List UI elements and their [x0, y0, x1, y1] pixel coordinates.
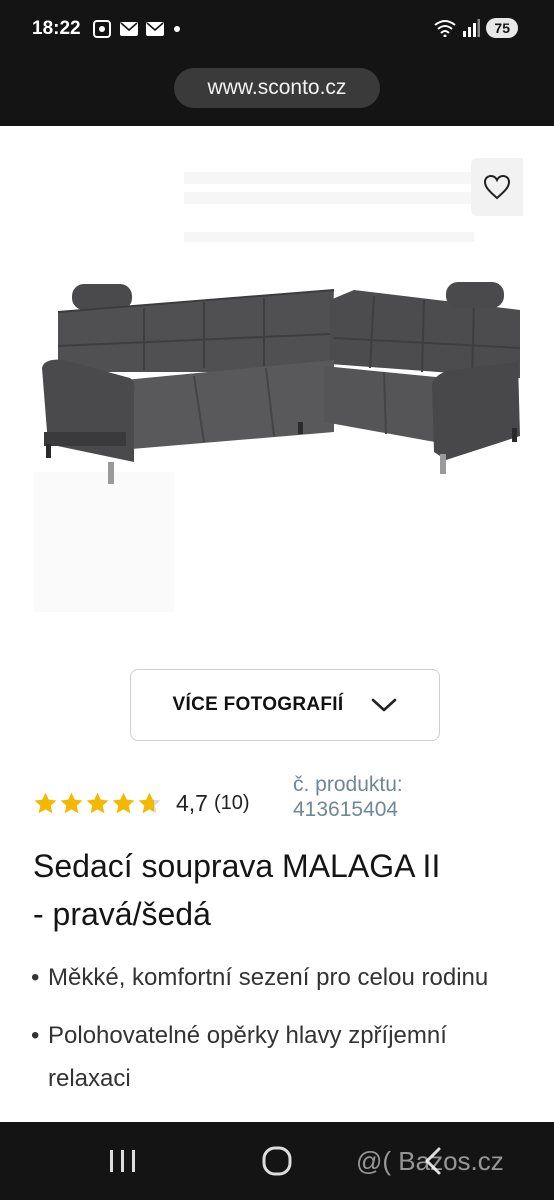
mail-icon — [146, 22, 164, 36]
product-title: Sedací souprava MALAGA II - pravá/šedá — [33, 842, 533, 938]
dot-icon — [174, 26, 180, 32]
product-number-value: 413615404 — [293, 798, 399, 821]
product-number: č. produktu: 413615404 — [293, 772, 403, 822]
chevron-down-icon — [372, 698, 397, 712]
more-photos-label: VÍCE FOTOGRAFIÍ — [172, 694, 344, 715]
star-icon — [60, 792, 83, 814]
rating-stars — [33, 791, 162, 816]
feature-text: Měkké, komfortní sezení pro celou rodinu — [48, 964, 489, 991]
star-icon — [138, 792, 161, 814]
status-icons-left — [92, 19, 182, 39]
star-icon — [112, 792, 135, 814]
feature-item: • Polohovatelné opěrky hlavy zpříjemní r… — [31, 1014, 531, 1100]
rating-row[interactable]: 4,7 (10) — [33, 790, 250, 817]
feature-text: Polohovatelné opěrky hlavy zpříjemní rel… — [48, 1022, 447, 1092]
feature-item: • Měkké, komfortní sezení pro celou rodi… — [31, 956, 531, 999]
star-icon — [86, 792, 109, 814]
signal-icon — [463, 19, 481, 37]
feature-list: • Měkké, komfortní sezení pro celou rodi… — [31, 956, 531, 1115]
bullet-dot: • — [31, 1022, 40, 1049]
wifi-icon — [434, 20, 457, 37]
product-title-line-2: - pravá/šedá — [33, 896, 211, 932]
bullet-dot: • — [31, 964, 40, 991]
favorite-button[interactable] — [471, 158, 523, 216]
rating-value: 4,7 — [176, 790, 208, 816]
mail-icon — [120, 22, 138, 36]
recent-apps-icon[interactable] — [108, 1148, 138, 1174]
home-icon[interactable] — [262, 1146, 292, 1176]
more-photos-button[interactable]: VÍCE FOTOGRAFIÍ — [130, 669, 440, 741]
heart-icon — [483, 174, 511, 200]
watermark: @( Bazos.cz — [356, 1146, 504, 1176]
product-title-line-1: Sedací souprava MALAGA II — [33, 848, 441, 884]
status-bar: 18:22 75 — [0, 0, 554, 62]
browser-url-area: www.sconto.cz — [0, 62, 554, 126]
product-image[interactable] — [34, 132, 522, 642]
sofa-image — [34, 172, 521, 612]
rating-count[interactable]: (10) — [214, 792, 250, 815]
battery-indicator: 75 — [486, 18, 518, 38]
product-number-label: č. produktu: — [293, 773, 403, 796]
star-icon — [34, 792, 57, 814]
status-time: 18:22 — [32, 18, 81, 39]
screenshot-icon — [93, 20, 111, 38]
status-icons-right: 75 — [434, 18, 518, 38]
url-bar[interactable]: www.sconto.cz — [174, 68, 380, 108]
